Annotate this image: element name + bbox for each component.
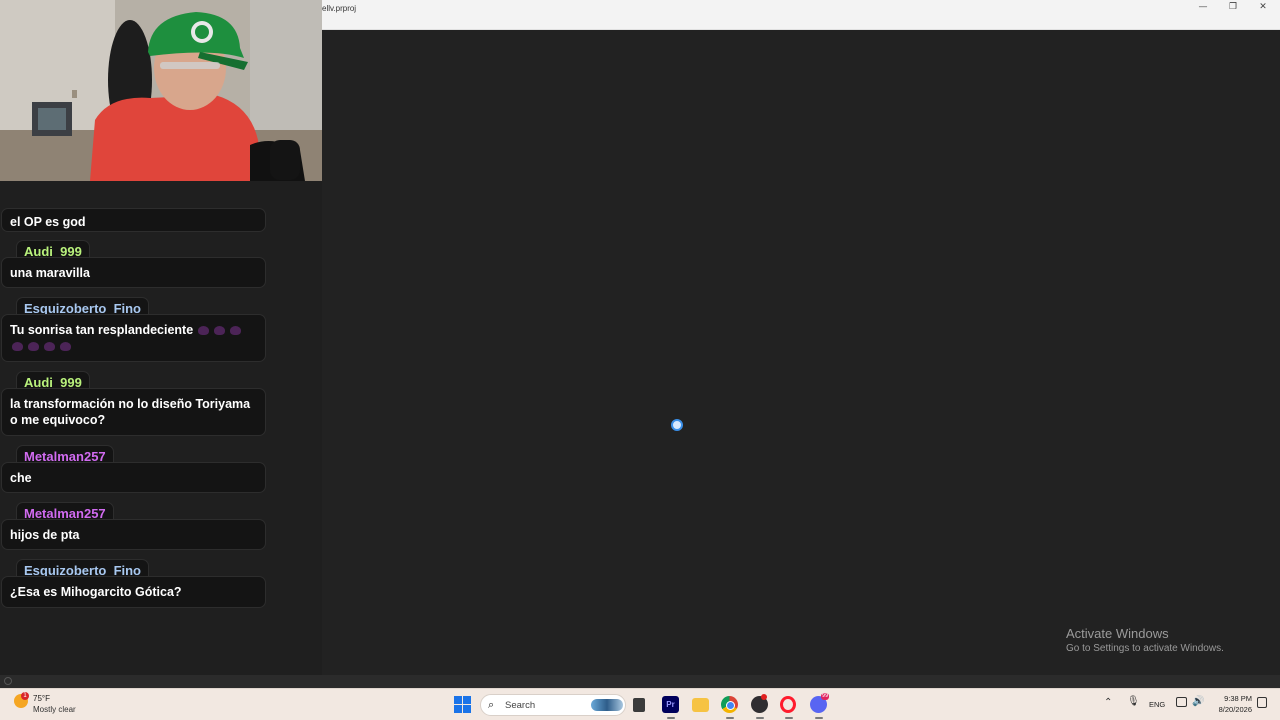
close-button[interactable]: ✕	[1248, 0, 1278, 14]
chat-bubble: hijos de pta	[1, 519, 266, 550]
activate-windows-subtitle: Go to Settings to activate Windows.	[1066, 643, 1224, 654]
activate-windows-title: Activate Windows	[1066, 626, 1169, 641]
chat-bubble: che	[1, 462, 266, 493]
active-indicator	[667, 717, 675, 719]
weather-badge: 1	[21, 692, 29, 700]
weather-condition: Mostly clear	[33, 705, 76, 714]
task-view-icon[interactable]	[633, 698, 645, 712]
language-indicator[interactable]: ENG	[1149, 700, 1165, 709]
speaker-icon[interactable]: 🔊	[1192, 696, 1204, 707]
maximize-button[interactable]: ❐	[1218, 0, 1248, 14]
active-indicator	[726, 717, 734, 719]
taskbar: 1 75°F Mostly clear ⌕ Search Pr 99 ⌃ 🎙 E…	[0, 688, 1280, 720]
chat-text: una maravilla	[10, 266, 90, 280]
emote-icon	[230, 326, 242, 336]
chat-text: Tu sonrisa tan resplandeciente	[10, 323, 194, 337]
window-title: ellv.prproj	[322, 4, 357, 13]
chat-text: ¿Esa es Mihogarcito Gótica?	[10, 585, 182, 599]
emote-icon	[60, 342, 71, 352]
notification-icon[interactable]	[1257, 697, 1267, 708]
chrome-icon[interactable]	[721, 696, 738, 713]
minimize-button[interactable]: —	[1188, 0, 1218, 14]
chat-bubble: la transformación no lo diseño Toriyama …	[1, 388, 266, 436]
emote-icon	[12, 342, 23, 352]
webcam-image	[0, 0, 322, 181]
activate-windows-watermark: Activate Windows Go to Settings to activ…	[1066, 626, 1224, 654]
network-icon[interactable]	[1176, 697, 1187, 707]
opera-icon[interactable]	[780, 696, 796, 713]
windows-start-icon[interactable]	[454, 696, 471, 713]
chat-text: hijos de pta	[10, 528, 80, 542]
status-strip	[0, 675, 1280, 688]
status-icon	[4, 677, 12, 685]
chat-bubble: Tu sonrisa tan resplandeciente	[1, 314, 266, 362]
search-placeholder: Search	[505, 700, 536, 711]
chat-bubble: una maravilla	[1, 257, 266, 288]
chat-text: el OP es god	[10, 215, 86, 229]
discord-badge: 99	[821, 693, 829, 700]
chevron-up-icon[interactable]: ⌃	[1104, 697, 1112, 708]
emote-icon	[214, 326, 226, 336]
active-indicator	[756, 717, 764, 719]
search-icon: ⌕	[488, 698, 495, 711]
clock-date[interactable]: 8/20/2026	[1212, 705, 1252, 714]
loading-spinner-icon	[671, 419, 683, 431]
premiere-pro-icon[interactable]: Pr	[662, 696, 679, 713]
emote-icon	[28, 342, 39, 352]
emote-icon	[198, 326, 210, 336]
recording-icon	[761, 694, 767, 700]
active-indicator	[815, 717, 823, 719]
chat-overlay: el OP es god Audi_999 una maravilla Esqu…	[0, 181, 322, 675]
chat-text: la transformación no lo diseño Toriyama …	[10, 397, 251, 427]
microphone-icon[interactable]: 🎙	[1127, 696, 1140, 707]
emote-icon	[44, 342, 55, 352]
file-explorer-icon[interactable]	[692, 698, 709, 712]
chat-bubble: el OP es god	[1, 208, 266, 232]
taskbar-search[interactable]: ⌕ Search	[480, 694, 626, 716]
search-highlight-icon	[591, 699, 623, 711]
active-indicator	[785, 717, 793, 719]
clock-time[interactable]: 9:38 PM	[1212, 694, 1252, 703]
webcam-feed	[0, 0, 322, 181]
chat-text: che	[10, 471, 32, 485]
chat-bubble: ¿Esa es Mihogarcito Gótica?	[1, 576, 266, 608]
main-canvas	[322, 30, 1280, 675]
weather-temperature: 75°F	[33, 694, 50, 703]
